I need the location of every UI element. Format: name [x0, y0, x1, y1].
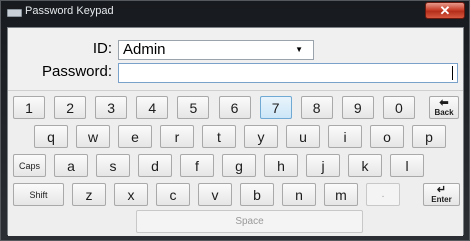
keypad-panel: 1234567890 ⬅ Back qwertyuiop Caps asdfgh… — [8, 90, 463, 236]
enter-key[interactable]: ↵ Enter — [423, 183, 460, 206]
key-o[interactable]: o — [370, 125, 404, 148]
key-n[interactable]: n — [282, 183, 316, 206]
key-t[interactable]: t — [202, 125, 236, 148]
key-6[interactable]: 6 — [218, 96, 251, 119]
key-period[interactable]: . — [366, 183, 400, 206]
password-label: Password: — [41, 63, 112, 80]
key-h[interactable]: h — [264, 154, 298, 177]
key-e[interactable]: e — [118, 125, 152, 148]
key-8[interactable]: 8 — [300, 96, 333, 119]
keypad-window: Password Keypad ✕ ID: Admin ▼ Password: … — [0, 0, 470, 241]
key-4[interactable]: 4 — [136, 96, 169, 119]
key-u[interactable]: u — [286, 125, 320, 148]
back-key-label: Back — [434, 107, 454, 117]
text-caret — [452, 66, 453, 80]
key-i[interactable]: i — [328, 125, 362, 148]
space-key[interactable]: Space — [136, 210, 363, 233]
key-a[interactable]: a — [54, 154, 88, 177]
key-5[interactable]: 5 — [177, 96, 210, 119]
key-7[interactable]: 7 — [259, 96, 292, 119]
key-q[interactable]: q — [34, 125, 68, 148]
back-arrow-icon: ⬅ — [439, 96, 449, 109]
title-bar[interactable]: Password Keypad ✕ — [1, 1, 469, 23]
enter-key-label: Enter — [431, 194, 452, 204]
key-d[interactable]: d — [138, 154, 172, 177]
window-title: Password Keypad — [25, 5, 114, 17]
key-z[interactable]: z — [72, 183, 106, 206]
back-key[interactable]: ⬅ Back — [429, 96, 459, 119]
key-2[interactable]: 2 — [54, 96, 87, 119]
key-r[interactable]: r — [160, 125, 194, 148]
enter-arrow-icon: ↵ — [436, 183, 447, 196]
shift-key[interactable]: Shift — [13, 183, 64, 206]
client-area: ID: Admin ▼ Password: 1234567890 ⬅ Back … — [7, 27, 464, 236]
key-1[interactable]: 1 — [13, 96, 45, 119]
key-9[interactable]: 9 — [341, 96, 374, 119]
key-w[interactable]: w — [76, 125, 110, 148]
key-y[interactable]: y — [244, 125, 278, 148]
id-label: ID: — [92, 40, 112, 57]
key-j[interactable]: j — [306, 154, 340, 177]
key-3[interactable]: 3 — [95, 96, 128, 119]
id-select-value: Admin — [123, 41, 166, 58]
key-l[interactable]: l — [390, 154, 424, 177]
key-v[interactable]: v — [198, 183, 232, 206]
key-b[interactable]: b — [240, 183, 274, 206]
caps-key[interactable]: Caps — [13, 154, 46, 177]
key-x[interactable]: x — [114, 183, 148, 206]
key-c[interactable]: c — [156, 183, 190, 206]
key-g[interactable]: g — [222, 154, 256, 177]
password-input[interactable] — [118, 63, 458, 83]
key-p[interactable]: p — [412, 125, 446, 148]
key-f[interactable]: f — [180, 154, 214, 177]
key-m[interactable]: m — [324, 183, 358, 206]
keypad-window-icon — [7, 9, 22, 17]
chevron-down-icon: ▼ — [295, 45, 303, 54]
id-select[interactable]: Admin ▼ — [118, 40, 314, 60]
close-button[interactable]: ✕ — [425, 2, 465, 19]
key-k[interactable]: k — [348, 154, 382, 177]
key-s[interactable]: s — [96, 154, 130, 177]
key-0[interactable]: 0 — [382, 96, 415, 119]
